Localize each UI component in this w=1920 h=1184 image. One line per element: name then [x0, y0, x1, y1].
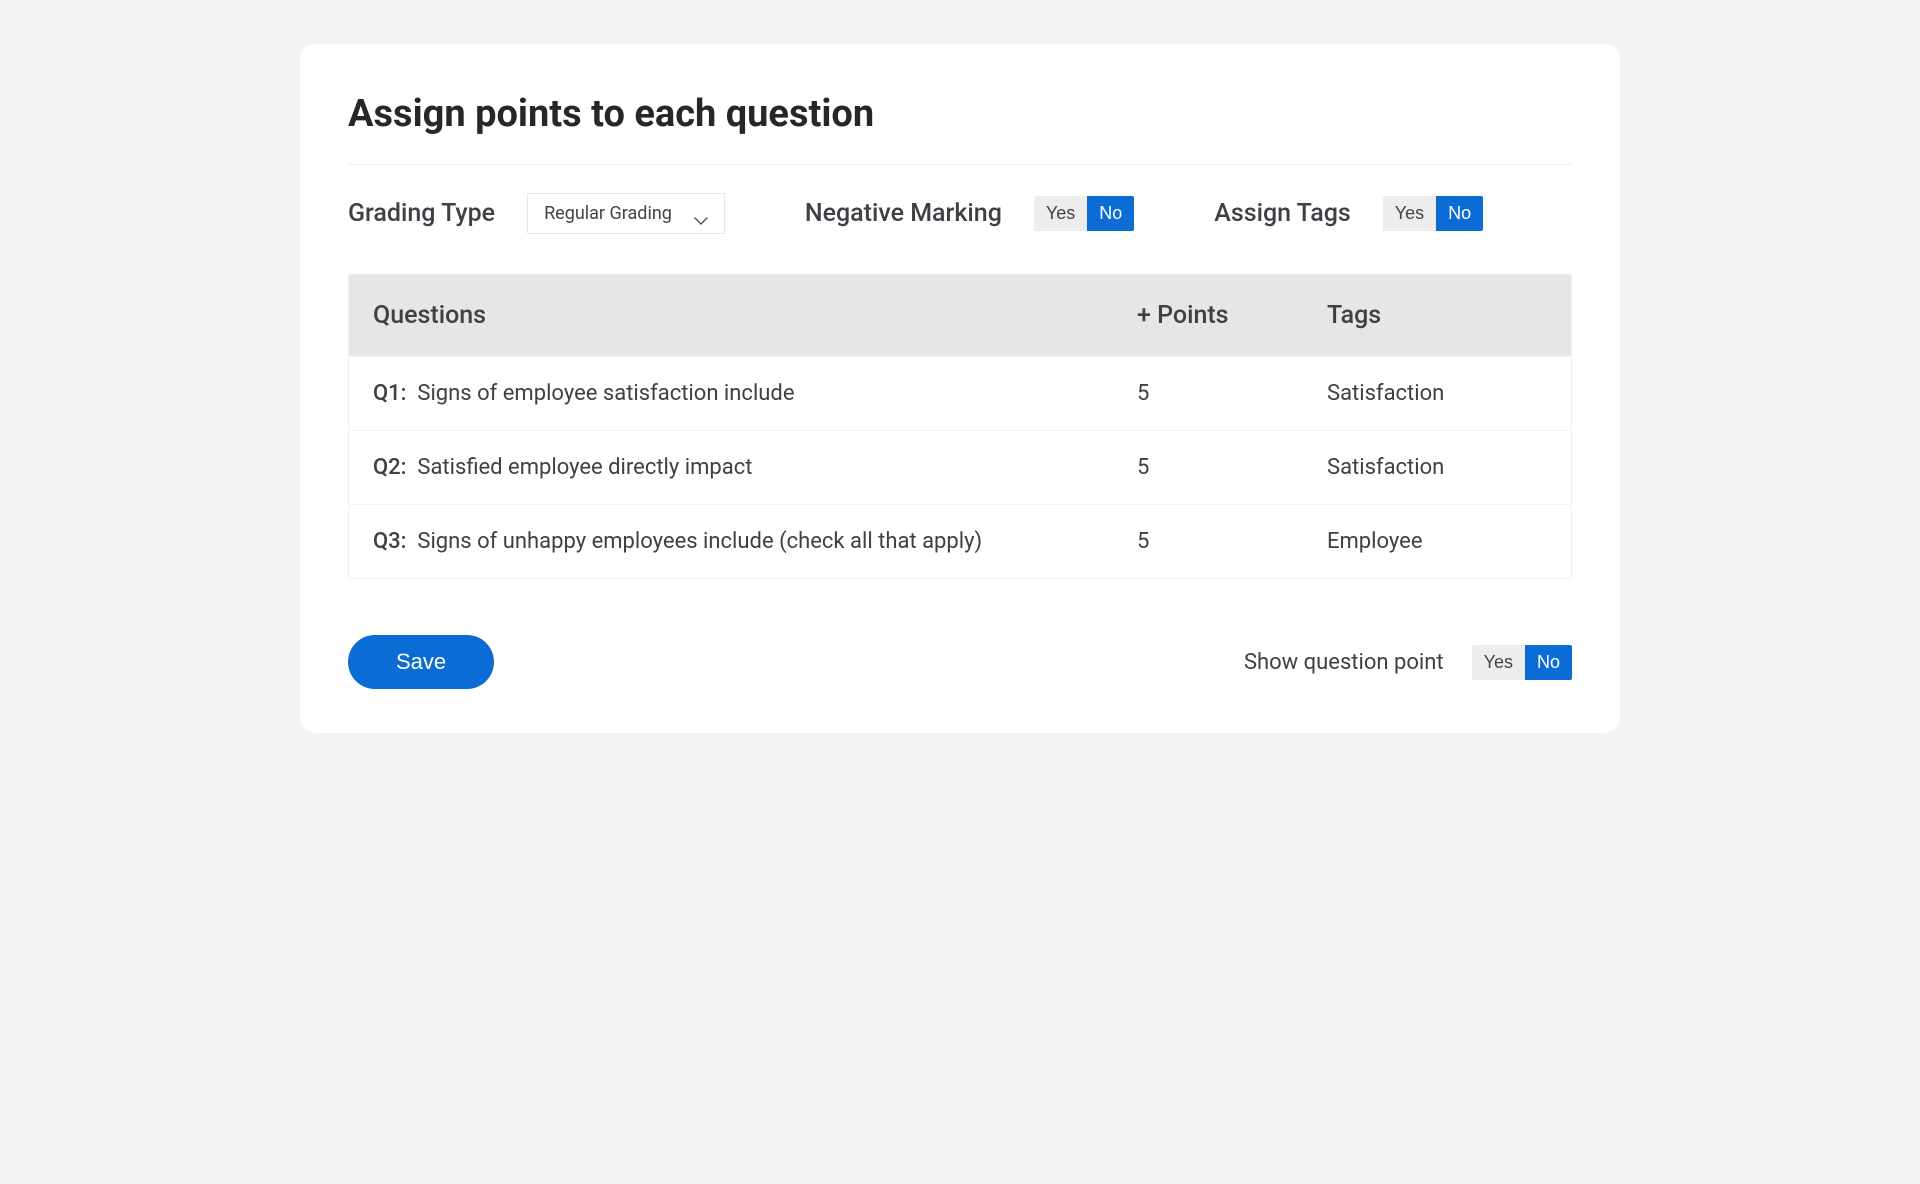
assign-tags-no[interactable]: No	[1436, 196, 1483, 231]
question-text: Signs of employee satisfaction include	[417, 381, 794, 406]
question-cell: Q1: Signs of employee satisfaction inclu…	[373, 381, 1137, 406]
question-prefix: Q1:	[373, 381, 406, 406]
question-prefix: Q2:	[373, 455, 406, 480]
question-cell: Q2: Satisfied employee directly impact	[373, 455, 1137, 480]
grading-type-group: Grading Type Regular Grading	[348, 193, 725, 234]
negative-marking-no[interactable]: No	[1087, 196, 1134, 231]
table-row[interactable]: Q2: Satisfied employee directly impact 5…	[349, 430, 1571, 504]
grading-type-select[interactable]: Regular Grading	[527, 193, 725, 234]
tag-cell: Satisfaction	[1327, 455, 1547, 480]
questions-table: Questions + Points Tags Q1: Signs of emp…	[348, 274, 1572, 579]
table-row[interactable]: Q1: Signs of employee satisfaction inclu…	[349, 356, 1571, 430]
page-title: Assign points to each question	[348, 92, 1572, 136]
question-prefix: Q3:	[373, 529, 406, 554]
grading-type-value: Regular Grading	[544, 203, 672, 224]
header-points: + Points	[1137, 301, 1327, 330]
question-cell: Q3: Signs of unhappy employees include (…	[373, 529, 1137, 554]
chevron-down-icon	[694, 210, 708, 218]
question-text: Satisfied employee directly impact	[417, 455, 752, 480]
negative-marking-yes[interactable]: Yes	[1034, 196, 1087, 231]
show-question-point-no[interactable]: No	[1525, 645, 1572, 680]
negative-marking-label: Negative Marking	[805, 199, 1002, 228]
footer-row: Save Show question point Yes No	[348, 635, 1572, 689]
show-question-point-toggle: Yes No	[1472, 645, 1572, 680]
assign-tags-label: Assign Tags	[1214, 199, 1351, 228]
points-cell: 5	[1137, 455, 1327, 480]
show-question-point-yes[interactable]: Yes	[1472, 645, 1525, 680]
header-questions: Questions	[373, 301, 1137, 330]
table-header: Questions + Points Tags	[349, 275, 1571, 356]
points-cell: 5	[1137, 381, 1327, 406]
table-row[interactable]: Q3: Signs of unhappy employees include (…	[349, 504, 1571, 578]
grading-type-label: Grading Type	[348, 199, 495, 228]
assign-tags-yes[interactable]: Yes	[1383, 196, 1436, 231]
divider	[348, 164, 1572, 165]
points-cell: 5	[1137, 529, 1327, 554]
assign-tags-group: Assign Tags Yes No	[1214, 196, 1483, 231]
question-text: Signs of unhappy employees include (chec…	[417, 529, 982, 554]
footer-right-group: Show question point Yes No	[1244, 645, 1572, 680]
header-tags: Tags	[1327, 301, 1547, 330]
assign-tags-toggle: Yes No	[1383, 196, 1483, 231]
tag-cell: Satisfaction	[1327, 381, 1547, 406]
settings-card: Assign points to each question Grading T…	[300, 44, 1620, 733]
tag-cell: Employee	[1327, 529, 1547, 554]
save-button[interactable]: Save	[348, 635, 494, 689]
negative-marking-toggle: Yes No	[1034, 196, 1134, 231]
controls-row: Grading Type Regular Grading Negative Ma…	[348, 193, 1572, 234]
show-question-point-label: Show question point	[1244, 650, 1444, 675]
negative-marking-group: Negative Marking Yes No	[805, 196, 1134, 231]
